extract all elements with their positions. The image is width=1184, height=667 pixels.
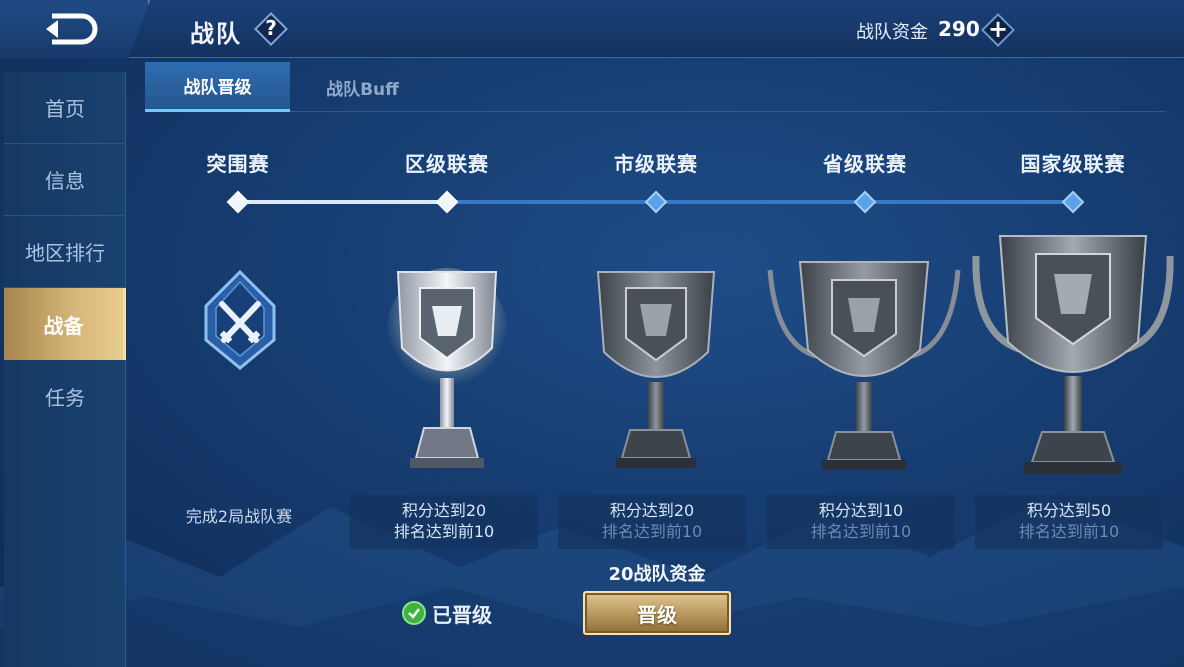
tab-bar: 战队晋级 战队Buff xyxy=(145,62,1165,112)
top-bar: 战队 ? 战队资金 290 + xyxy=(0,0,1184,58)
team-fund-label: 战队资金 xyxy=(856,22,928,43)
requirement-rank: 排名达到前10 xyxy=(1018,522,1120,541)
sidebar-item-region-ranking[interactable]: 地区排行 xyxy=(4,216,126,288)
promoted-status: 已晋级 xyxy=(402,598,492,628)
stage-name-breakout: 突围赛 xyxy=(206,152,270,176)
requirement-score: 积分达到20 xyxy=(609,501,695,520)
add-fund-button[interactable]: + xyxy=(980,12,1016,48)
team-fund-value: 290 xyxy=(938,17,980,41)
promotion-cost: 20战队资金 xyxy=(608,564,706,585)
progress-track-completed xyxy=(238,200,447,204)
stage-node-district xyxy=(435,190,459,214)
requirement-box-national: 积分达到50 排名达到前10 xyxy=(975,495,1163,549)
stage-name-province: 省级联赛 xyxy=(823,152,907,176)
requirement-rank: 排名达到前10 xyxy=(601,522,703,541)
requirement-score: 积分达到20 xyxy=(401,501,487,520)
requirement-box-district: 积分达到20 排名达到前10 xyxy=(350,495,538,549)
stage-name-district: 区级联赛 xyxy=(405,152,489,176)
stage-node-province xyxy=(853,190,877,214)
dark-trophy-handles-icon xyxy=(767,261,961,470)
back-arrow-icon xyxy=(46,13,98,45)
sidebar-item-info[interactable]: 信息 xyxy=(4,144,126,216)
sidebar-item-home[interactable]: 首页 xyxy=(4,72,126,144)
help-button[interactable]: ? xyxy=(254,12,288,46)
check-icon xyxy=(402,601,426,625)
sidebar: 首页 信息 地区排行 战备 任务 xyxy=(4,72,126,667)
requirement-box-province: 积分达到10 排名达到前10 xyxy=(767,495,955,549)
stage-name-city: 市级联赛 xyxy=(614,152,698,176)
requirement-rank: 排名达到前10 xyxy=(393,522,495,541)
sidebar-item-preparation[interactable]: 战备 xyxy=(4,288,126,360)
question-icon: ? xyxy=(265,16,277,40)
large-trophy-icon xyxy=(972,235,1174,474)
stage-node-breakout xyxy=(226,190,250,214)
requirement-breakout: 完成2局战队赛 xyxy=(185,507,293,526)
tab-team-buff[interactable]: 战队Buff xyxy=(290,62,435,112)
back-button[interactable] xyxy=(0,0,150,58)
requirement-rank: 排名达到前10 xyxy=(810,522,912,541)
page-title: 战队 xyxy=(190,20,242,48)
swords-badge-icon xyxy=(204,269,276,370)
promote-button[interactable]: 晋级 xyxy=(583,591,731,635)
requirement-box-city: 积分达到20 排名达到前10 xyxy=(558,495,746,549)
tab-team-promotion[interactable]: 战队晋级 xyxy=(145,62,290,112)
stage-node-national xyxy=(1061,190,1085,214)
stage-node-city xyxy=(644,190,668,214)
plus-icon: + xyxy=(987,15,1009,43)
requirement-score: 积分达到10 xyxy=(818,501,904,520)
requirement-score: 积分达到50 xyxy=(1026,501,1112,520)
silver-trophy-icon xyxy=(385,268,509,468)
stage-name-national: 国家级联赛 xyxy=(1020,152,1126,176)
sidebar-item-tasks[interactable]: 任务 xyxy=(4,360,126,432)
team-screen: 战队 ? 战队资金 290 + 首页 信息 地区排行 战备 任务 战队晋级 战队… xyxy=(0,0,1184,667)
promoted-label: 已晋级 xyxy=(432,602,492,627)
dark-trophy-icon xyxy=(596,271,716,468)
